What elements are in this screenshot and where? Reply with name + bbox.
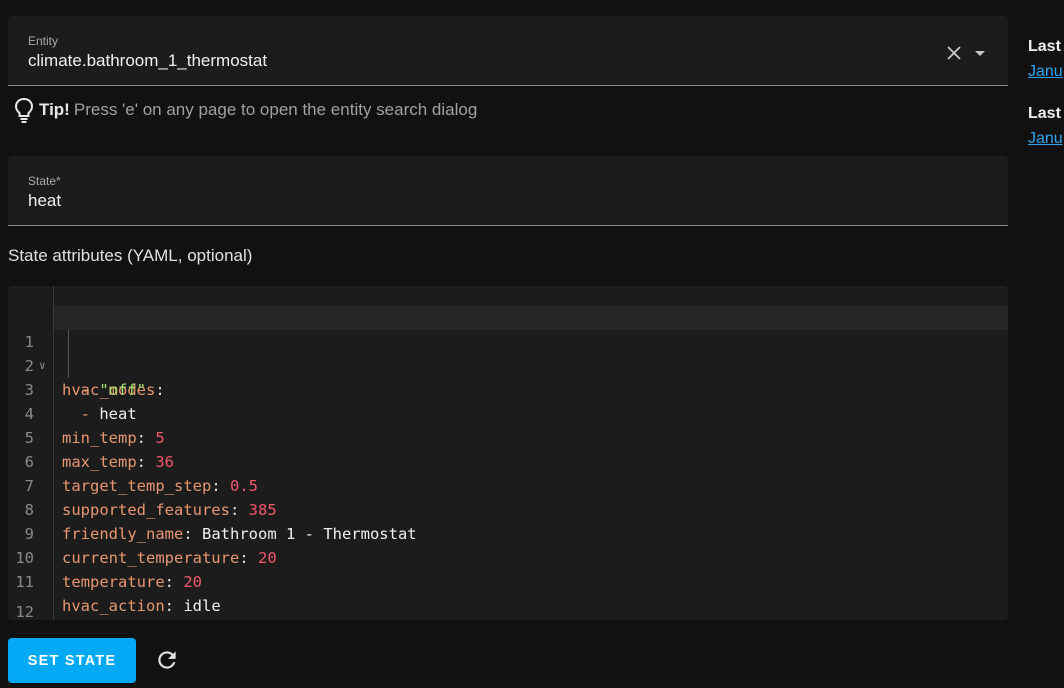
yaml-editor[interactable]: 1 ∨ hvac_modes: 2 - "off" 3 - heat 4 min… [8,286,1008,620]
code-line[interactable]: 12 [8,576,1008,620]
last-changed-link[interactable]: Janu [1028,63,1063,81]
chevron-down-icon[interactable] [970,43,990,63]
code-line[interactable]: 7 supported_features: 385 [8,450,1008,519]
code-line[interactable]: 11 hvac_action: idle [8,546,1008,615]
last-updated-link[interactable]: Janu [1028,130,1063,148]
code-line[interactable]: 4 min_temp: 5 [8,378,1008,447]
tip-text: Press 'e' on any page to open the entity… [73,100,478,119]
last-updated-label: Last [1028,105,1061,122]
state-field[interactable]: State* heat [8,156,1008,226]
code-line[interactable]: 1 ∨ hvac_modes: [8,306,1008,399]
code-line[interactable]: 8 friendly_name: Bathroom 1 - Thermostat [8,474,1008,543]
state-attributes-label: State attributes (YAML, optional) [8,246,253,265]
entity-label: Entity [28,34,59,48]
code-line[interactable]: 3 - heat [8,354,1008,423]
state-label: State* [28,174,61,188]
lightbulb-icon [12,96,36,124]
code-line[interactable]: 9 current_temperature: 20 [8,498,1008,567]
refresh-icon[interactable] [154,647,180,673]
tip-heading: Tip! [39,100,70,119]
code-line[interactable]: 10 temperature: 20 [8,522,1008,591]
state-input[interactable]: heat [28,191,61,211]
last-changed-label: Last [1028,38,1061,55]
set-state-button[interactable]: SET STATE [8,638,136,683]
line-number: 12 [15,603,34,620]
entity-picker[interactable]: Entity climate.bathroom_1_thermostat [8,16,1008,86]
code-line[interactable]: 5 max_temp: 36 [8,402,1008,471]
close-icon[interactable] [944,43,964,63]
code-line[interactable]: 6 target_temp_step: 0.5 [8,426,1008,495]
entity-input[interactable]: climate.bathroom_1_thermostat [28,51,267,71]
code-line[interactable]: 2 - "off" [8,330,1008,399]
entity-search-tip: Tip! Press 'e' on any page to open the e… [12,96,477,124]
